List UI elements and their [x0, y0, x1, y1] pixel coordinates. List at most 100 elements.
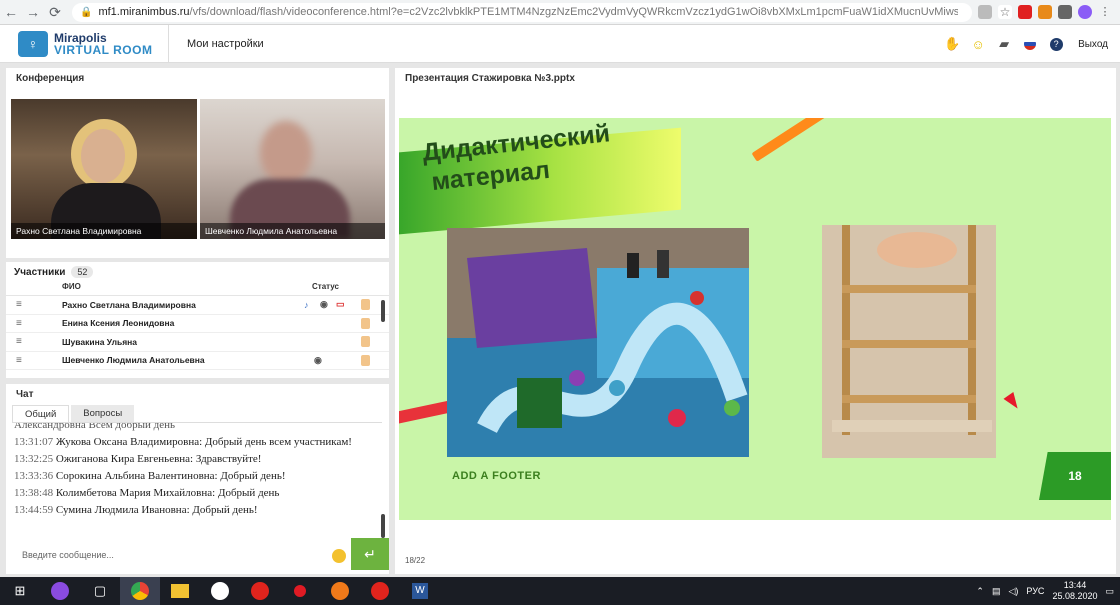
message-text: Жукова Оксана Владимировна: Добрый день …	[55, 436, 352, 448]
lock-icon: 🔒	[80, 6, 93, 18]
chat-input[interactable]: Введите сообщение...	[12, 541, 350, 571]
participant-row[interactable]: ≡ Енина Ксения Леонидовна	[6, 315, 389, 333]
ext-icon[interactable]	[1038, 5, 1052, 19]
opera-icon[interactable]	[280, 577, 320, 605]
puzzle-icon[interactable]	[1058, 5, 1072, 19]
participants-title: Участники	[14, 266, 66, 278]
tab-questions[interactable]: Вопросы	[71, 405, 135, 422]
chat-scrollbar[interactable]	[381, 514, 385, 538]
board-game-photo	[447, 228, 749, 457]
help-icon[interactable]: ?	[1048, 36, 1064, 52]
participant-name: Енина Ксения Леонидовна	[62, 318, 175, 329]
system-tray: ⌃ ▤ ◁) РУС 13:44 25.08.2020 ▭	[976, 577, 1114, 605]
clock-date: 25.08.2020	[1052, 591, 1098, 601]
logout-button[interactable]: Выход	[1078, 39, 1108, 50]
alice-icon[interactable]	[40, 577, 80, 605]
pencil-decoration	[751, 118, 833, 162]
chat-message: 13:33:36 Сорокина Альбина Валентиновна: …	[12, 468, 382, 485]
page-indicator: 18/22	[405, 556, 426, 565]
participant-row[interactable]: ≡ Шевченко Людмила Анатольевна ◉	[6, 352, 389, 370]
reload-icon[interactable]: ⟳	[44, 4, 66, 21]
message-time: 13:31:07	[14, 436, 54, 448]
participant-name: Рахно Светлана Владимировна	[62, 299, 196, 310]
message-text: Сумина Людмила Ивановна: Добрый день!	[55, 504, 258, 516]
tab-general[interactable]: Общий	[12, 405, 70, 422]
drag-handle-icon[interactable]: ≡	[16, 336, 22, 347]
user-avatar-icon	[361, 336, 370, 348]
drag-handle-icon[interactable]: ≡	[16, 299, 22, 310]
emoji-icon[interactable]	[332, 549, 346, 563]
webcam-icon: ◉	[320, 299, 328, 310]
profile-icon[interactable]	[1078, 5, 1092, 19]
yandex-browser-icon[interactable]	[240, 577, 280, 605]
yandex-ext-icon[interactable]	[1018, 5, 1032, 19]
chat-message: 13:38:48 Колимбетова Мария Михайловна: Д…	[12, 485, 382, 502]
participant-row[interactable]: ≡ Рахно Светлана Владимировна ♪ ◉ ▭	[6, 296, 389, 315]
camera-icon[interactable]	[978, 5, 992, 19]
logo-line2: VIRTUAL ROOM	[54, 42, 153, 57]
pointer-icon	[1003, 392, 1023, 412]
back-icon[interactable]: ←	[0, 4, 22, 20]
participants-header: ФИО Статус	[6, 282, 389, 296]
column-fio[interactable]: ФИО	[62, 282, 81, 291]
app-header: ♀ Mirapolis VIRTUAL ROOM Мои настройки ✋…	[0, 24, 1120, 63]
network-icon[interactable]: ▤	[992, 586, 1001, 597]
search-icon[interactable]: ▢	[80, 577, 120, 605]
media-player-icon[interactable]	[320, 577, 360, 605]
forward-icon[interactable]: →	[22, 4, 44, 20]
app-icon[interactable]	[200, 577, 240, 605]
clock[interactable]: 13:44 25.08.2020	[1052, 580, 1097, 602]
send-button[interactable]: ↵	[351, 538, 389, 570]
message-text: Ожиганова Кира Евгеньевна: Здравствуйте!	[55, 453, 262, 465]
address-bar[interactable]: 🔒 mf1.miranimbus.ru/vfs/download/flash/v…	[72, 2, 972, 22]
raise-hand-icon[interactable]: ✋	[944, 36, 960, 52]
language-flag-icon[interactable]	[1022, 36, 1038, 52]
clock-time: 13:44	[1063, 580, 1087, 590]
video-tile[interactable]: Рахно Светлана Владимировна	[11, 99, 197, 239]
participant-name: Шувакина Ульяна	[62, 336, 138, 347]
drag-handle-icon[interactable]: ≡	[16, 318, 22, 329]
video-name: Шевченко Людмила Анатольевна	[200, 223, 385, 239]
user-avatar-icon	[361, 299, 370, 311]
webcam-icon: ◉	[314, 354, 322, 365]
language-indicator[interactable]: РУС	[1026, 586, 1044, 596]
message-time: 13:33:36	[14, 470, 54, 482]
yandex-icon[interactable]	[360, 577, 400, 605]
column-status[interactable]: Статус	[312, 282, 339, 291]
chat-title: Чат	[16, 389, 34, 400]
volume-icon[interactable]: ◁)	[1008, 586, 1018, 597]
logo-icon: ♀	[18, 30, 48, 57]
logo-line1: Mirapolis	[54, 30, 107, 45]
microphone-icon: ♪	[304, 299, 309, 310]
star-icon[interactable]: ☆	[998, 5, 1012, 19]
participant-row[interactable]: ≡ Шувакина Ульяна	[6, 333, 389, 352]
chat-message: 13:31:07 Жукова Оксана Владимировна: Доб…	[12, 434, 382, 451]
windows-start-icon[interactable]: ⊞	[0, 577, 40, 605]
tray-up-icon[interactable]: ⌃	[976, 586, 984, 597]
menu-icon[interactable]: ⋮	[1098, 5, 1112, 19]
word-icon[interactable]: W	[400, 577, 440, 605]
chat-message: 13:44:59 Сумина Людмила Ивановна: Добрый…	[12, 502, 382, 519]
taskbar: ⊞ ▢ W ⌃ ▤ ◁) РУС 13:44 25.08.2020 ▭	[0, 577, 1120, 605]
chat-message: Александровна Всем добрый день	[14, 422, 176, 431]
video-name: Рахно Светлана Владимировна	[11, 223, 197, 239]
user-avatar-icon	[361, 317, 370, 329]
folder-icon[interactable]: ▰	[996, 36, 1012, 52]
notifications-icon[interactable]: ▭	[1105, 586, 1114, 597]
my-settings-link[interactable]: Мои настройки	[187, 38, 264, 50]
file-explorer-icon[interactable]	[160, 577, 200, 605]
presentation-title: Презентация Стажировка №3.pptx	[405, 73, 575, 84]
drag-handle-icon[interactable]: ≡	[16, 355, 22, 366]
emotion-icon[interactable]: ☺	[970, 36, 986, 52]
chat-message: 13:32:25 Ожиганова Кира Евгеньевна: Здра…	[12, 451, 382, 468]
slide-footer: ADD A FOOTER	[452, 470, 541, 482]
participants-panel: Участники 52 ФИО Статус ≡ Рахно Светлана…	[6, 262, 389, 378]
presentation-panel: Презентация Стажировка №3.pptx Дидактиче…	[395, 68, 1116, 574]
video-tile[interactable]: Шевченко Людмила Анатольевна	[200, 99, 385, 239]
participants-scrollbar[interactable]	[381, 300, 385, 322]
chrome-icon[interactable]	[120, 577, 160, 605]
slide[interactable]: Дидактический материал ADD A FOOTER 18	[399, 118, 1111, 520]
message-time: 13:44:59	[14, 504, 54, 516]
slide-number: 18	[1039, 452, 1111, 500]
conference-panel: Конференция Рахно Светлана Владимировна …	[6, 68, 389, 258]
